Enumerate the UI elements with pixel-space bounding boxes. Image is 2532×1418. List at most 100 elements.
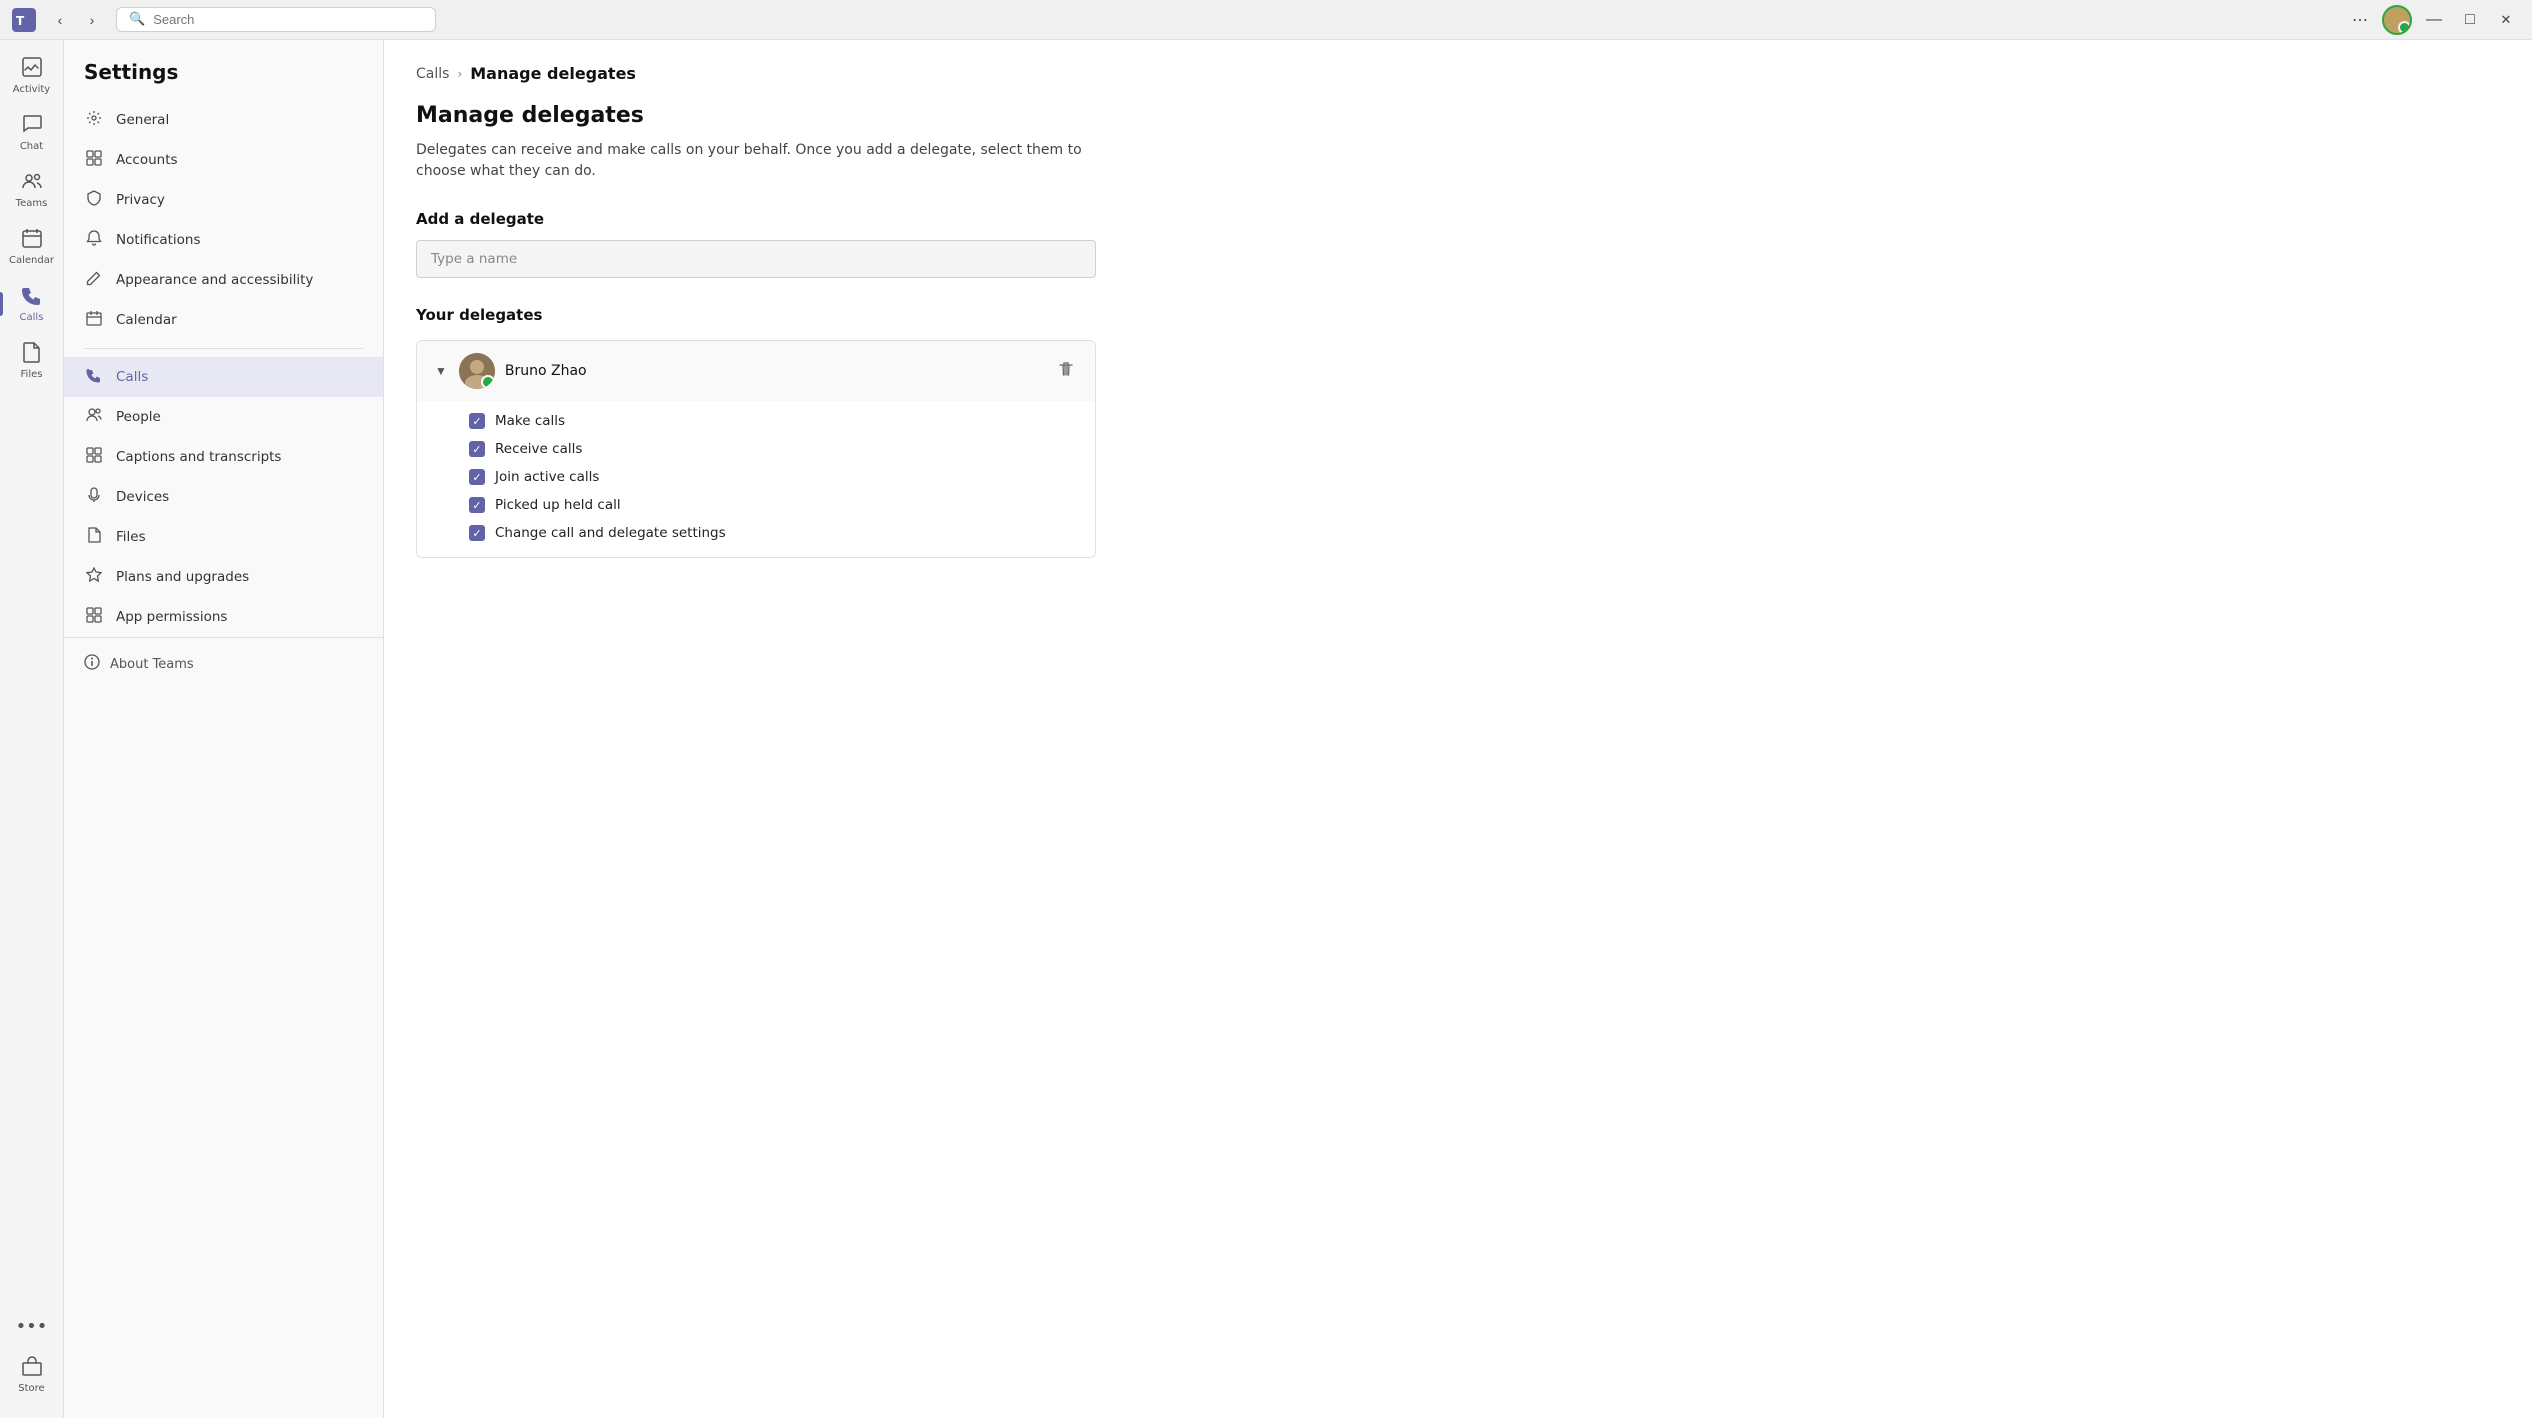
settings-title: Settings [64,60,383,100]
app-body: Activity Chat Teams [0,40,2532,1418]
receive-calls-checkmark: ✓ [472,443,481,456]
collapse-delegate-button[interactable]: ▼ [433,362,449,380]
maximize-button[interactable]: □ [2456,6,2484,34]
settings-panel: Settings General Accounts [64,40,384,1418]
forward-button[interactable]: › [78,6,106,34]
settings-divider [84,348,363,349]
pickup-held-checkbox[interactable]: ✓ [469,497,485,513]
files-icon [21,341,43,366]
delegate-header: ▼ Bruno Zhao [417,341,1095,401]
search-icon: 🔍 [129,12,145,27]
calls-label: Calls [20,312,44,323]
change-settings-checkbox[interactable]: ✓ [469,525,485,541]
permission-make-calls: ✓ Make calls [469,413,1075,429]
settings-item-calendar[interactable]: Calendar [64,300,383,340]
settings-item-general[interactable]: General [64,100,383,140]
notifications-label: Notifications [116,232,201,248]
page-title: Manage delegates [416,103,2500,128]
delegate-avatar [459,353,495,389]
sidebar-item-store[interactable]: Store [4,1347,60,1402]
settings-item-appearance[interactable]: Appearance and accessibility [64,260,383,300]
devices-icon [84,487,104,507]
settings-item-devices[interactable]: Devices [64,477,383,517]
close-button[interactable]: ✕ [2492,6,2520,34]
teams-label: Teams [16,198,48,209]
store-icon [21,1355,43,1380]
sidebar-item-calendar[interactable]: Calendar [4,219,60,274]
sidebar-item-files[interactable]: Files [4,333,60,388]
back-button[interactable]: ‹ [46,6,74,34]
delegate-name: Bruno Zhao [505,363,587,379]
more-apps-button[interactable]: ••• [6,1306,58,1347]
make-calls-label: Make calls [495,413,565,429]
delete-delegate-button[interactable] [1053,356,1079,387]
delegate-permissions: ✓ Make calls ✓ Receive calls ✓ [417,401,1095,557]
privacy-icon [84,190,104,210]
permissions-icon [84,607,104,627]
delegate-name-input[interactable]: Type a name [416,240,1096,278]
receive-calls-checkbox[interactable]: ✓ [469,441,485,457]
permission-pickup-held: ✓ Picked up held call [469,497,1075,513]
calendar-settings-label: Calendar [116,312,177,328]
breadcrumb-calls-link[interactable]: Calls [416,66,449,82]
sidebar-item-teams[interactable]: Teams [4,162,60,217]
captions-icon [84,447,104,467]
delegate-input-placeholder: Type a name [431,251,517,267]
join-active-checkmark: ✓ [472,471,481,484]
make-calls-checkbox[interactable]: ✓ [469,413,485,429]
activity-icon [21,56,43,81]
accounts-label: Accounts [116,152,178,168]
teams-icon [21,170,43,195]
notifications-icon [84,230,104,250]
titlebar-right: ⋯ — □ ✕ [2346,5,2520,35]
privacy-label: Privacy [116,192,165,208]
pickup-held-checkmark: ✓ [472,499,481,512]
plans-label: Plans and upgrades [116,569,249,585]
receive-calls-label: Receive calls [495,441,582,457]
calls-icon [21,284,43,309]
search-input[interactable] [153,12,423,27]
breadcrumb-current: Manage delegates [470,64,636,83]
settings-footer: About Teams [64,637,383,690]
main-content: Calls › Manage delegates Manage delegate… [384,40,2532,1418]
chat-icon [21,113,43,138]
settings-item-privacy[interactable]: Privacy [64,180,383,220]
teams-logo-icon: T [12,8,36,32]
settings-item-notifications[interactable]: Notifications [64,220,383,260]
info-icon [84,654,100,674]
sidebar-item-calls[interactable]: Calls [4,276,60,331]
settings-item-plans[interactable]: Plans and upgrades [64,557,383,597]
appearance-label: Appearance and accessibility [116,272,313,288]
about-teams-button[interactable]: About Teams [84,654,363,674]
permissions-label: App permissions [116,609,227,625]
settings-item-files[interactable]: Files [64,517,383,557]
sidebar-item-activity[interactable]: Activity [4,48,60,103]
captions-label: Captions and transcripts [116,449,281,465]
settings-item-accounts[interactable]: Accounts [64,140,383,180]
minimize-button[interactable]: — [2420,6,2448,34]
calendar-label: Calendar [9,255,54,266]
titlebar-left: T ‹ › 🔍 [12,6,436,34]
settings-item-permissions[interactable]: App permissions [64,597,383,637]
make-calls-checkmark: ✓ [472,415,481,428]
settings-item-people[interactable]: People [64,397,383,437]
delegates-section: Your delegates ▼ Bruno Zhao [416,306,2500,558]
titlebar: T ‹ › 🔍 ⋯ — □ ✕ [0,0,2532,40]
store-label: Store [18,1383,44,1394]
calendar-icon [21,227,43,252]
settings-item-captions[interactable]: Captions and transcripts [64,437,383,477]
permission-join-active: ✓ Join active calls [469,469,1075,485]
more-options-button[interactable]: ⋯ [2346,6,2374,34]
breadcrumb: Calls › Manage delegates [416,64,2500,83]
sidebar-item-chat[interactable]: Chat [4,105,60,160]
people-icon [84,407,104,427]
change-settings-checkmark: ✓ [472,527,481,540]
join-active-checkbox[interactable]: ✓ [469,469,485,485]
settings-item-calls[interactable]: Calls [64,357,383,397]
general-icon [84,110,104,130]
join-active-label: Join active calls [495,469,599,485]
files-settings-label: Files [116,529,146,545]
search-bar: 🔍 [116,7,436,32]
delegate-card: ▼ Bruno Zhao [416,340,1096,558]
user-avatar[interactable] [2382,5,2412,35]
